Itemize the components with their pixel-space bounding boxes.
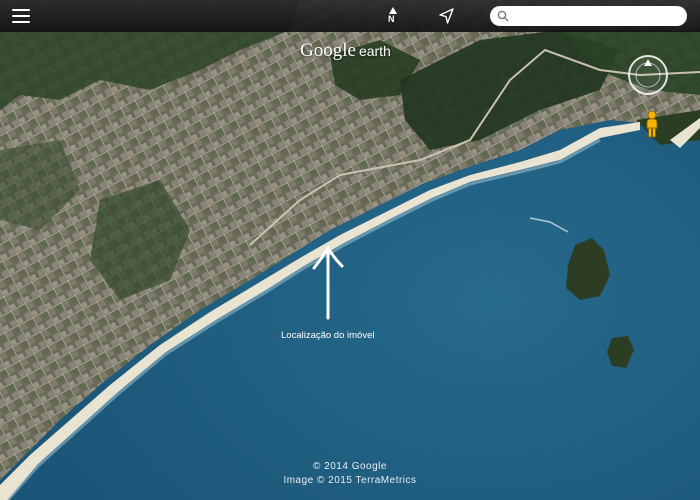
property-location-label: Localização do imóvel [281,330,375,341]
street-view-pegman-icon[interactable] [644,110,660,138]
compass-icon[interactable] [626,53,670,97]
copyright-google: © 2014 Google [313,461,387,472]
north-label: N [388,14,395,24]
logo-google: Google [300,40,356,61]
copyright-imagery: Image © 2015 TerraMetrics [283,475,417,486]
navigation-arrow-icon[interactable] [438,7,456,25]
google-earth-logo: Google earth [300,40,391,62]
satellite-map[interactable] [0,0,700,500]
north-arrow-icon[interactable]: N [384,6,402,26]
logo-earth: earth [358,43,391,59]
menu-icon[interactable] [12,9,30,23]
search-input[interactable] [490,6,687,26]
